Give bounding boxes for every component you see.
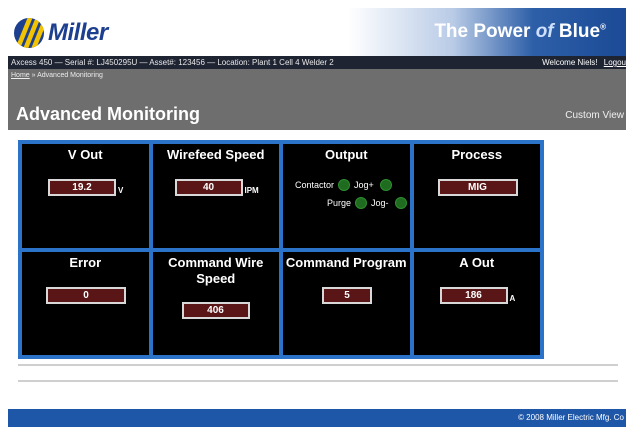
cell-wirefeed-speed: Wirefeed Speed 40 IPM xyxy=(150,142,281,250)
output-row-1: Contactor Jog+ xyxy=(295,179,392,191)
contactor-label: Contactor xyxy=(295,180,335,190)
page-header: Home » Advanced Monitoring Advanced Moni… xyxy=(8,69,626,130)
jog-plus-label: Jog+ xyxy=(354,180,374,190)
miller-logo[interactable]: Miller xyxy=(14,17,108,49)
cell-process: Process MIG xyxy=(411,142,542,250)
jog-minus-led-icon xyxy=(394,197,407,209)
cell-v-out: V Out 19.2 V xyxy=(20,142,151,250)
cell-command-program: Command Program 5 xyxy=(281,249,412,357)
footer: © 2008 Miller Electric Mfg. Co xyxy=(8,409,626,427)
breadcrumb-separator: » xyxy=(29,72,38,79)
output-title: Output xyxy=(324,147,368,162)
jog-minus-label: Jog- xyxy=(371,198,389,208)
tagline-reg: ® xyxy=(600,22,606,32)
tagline: The Power of Blue® xyxy=(434,21,606,43)
a-out-unit: A xyxy=(509,293,516,303)
cell-command-wire-speed: Command Wire Speed 406 xyxy=(150,249,281,357)
output-row-2: Purge Jog- xyxy=(327,197,407,209)
wirefeed-speed-value: 40 xyxy=(174,179,243,196)
wirefeed-speed-unit: IPM xyxy=(244,186,259,195)
welcome-area: Welcome Niels! Logou xyxy=(542,56,626,69)
custom-view-link[interactable]: Custom View xyxy=(565,110,624,121)
monitoring-grid: V Out 19.2 V Wirefeed Speed 40 IPM Outpu… xyxy=(18,140,544,359)
tagline-of: of xyxy=(535,21,554,42)
command-wire-speed-title: Command Wire Speed xyxy=(168,254,264,286)
machine-info-text: Axcess 450 — Serial #: LJ450295U — Asset… xyxy=(11,58,334,67)
breadcrumb-home-link[interactable]: Home xyxy=(11,72,30,79)
cell-a-out: A Out 186 A xyxy=(411,249,542,357)
command-wire-speed-value: 406 xyxy=(181,301,250,319)
cell-output: Output Contactor Jog+ Purge Jog- xyxy=(281,142,412,250)
welcome-text: Welcome Niels! xyxy=(542,58,598,67)
process-value: MIG xyxy=(437,179,518,196)
breadcrumb-current: Advanced Monitoring xyxy=(37,72,103,79)
error-value: 0 xyxy=(46,286,126,304)
copyright-text: © 2008 Miller Electric Mfg. Co xyxy=(518,413,624,422)
command-program-value: 5 xyxy=(322,286,372,304)
machine-info-bar: Axcess 450 — Serial #: LJ450295U — Asset… xyxy=(8,56,626,69)
purge-led-icon xyxy=(355,197,368,209)
v-out-title: V Out xyxy=(67,147,103,162)
breadcrumb: Home » Advanced Monitoring xyxy=(11,72,103,79)
error-title: Error xyxy=(69,254,102,270)
header-banner: Miller The Power of Blue® xyxy=(8,8,626,56)
logout-link[interactable]: Logou xyxy=(604,58,626,67)
tagline-post: Blue xyxy=(558,21,601,42)
cell-error: Error 0 xyxy=(20,249,151,357)
process-title: Process xyxy=(451,147,503,162)
purge-label: Purge xyxy=(327,198,352,208)
a-out-value: 186 xyxy=(439,286,508,304)
a-out-title: A Out xyxy=(459,254,495,270)
divider-bottom xyxy=(18,380,618,382)
page-title: Advanced Monitoring xyxy=(16,104,200,124)
v-out-unit: V xyxy=(118,186,124,195)
tagline-pre: The Power xyxy=(434,21,531,42)
command-program-title: Command Program xyxy=(285,254,407,270)
v-out-value: 19.2 xyxy=(48,179,116,196)
divider-top xyxy=(18,364,618,366)
logo-text: Miller xyxy=(48,19,108,46)
miller-logo-icon xyxy=(14,18,44,48)
jog-plus-led-icon xyxy=(379,179,392,191)
contactor-led-icon xyxy=(338,179,351,191)
wirefeed-speed-title: Wirefeed Speed xyxy=(167,147,265,162)
